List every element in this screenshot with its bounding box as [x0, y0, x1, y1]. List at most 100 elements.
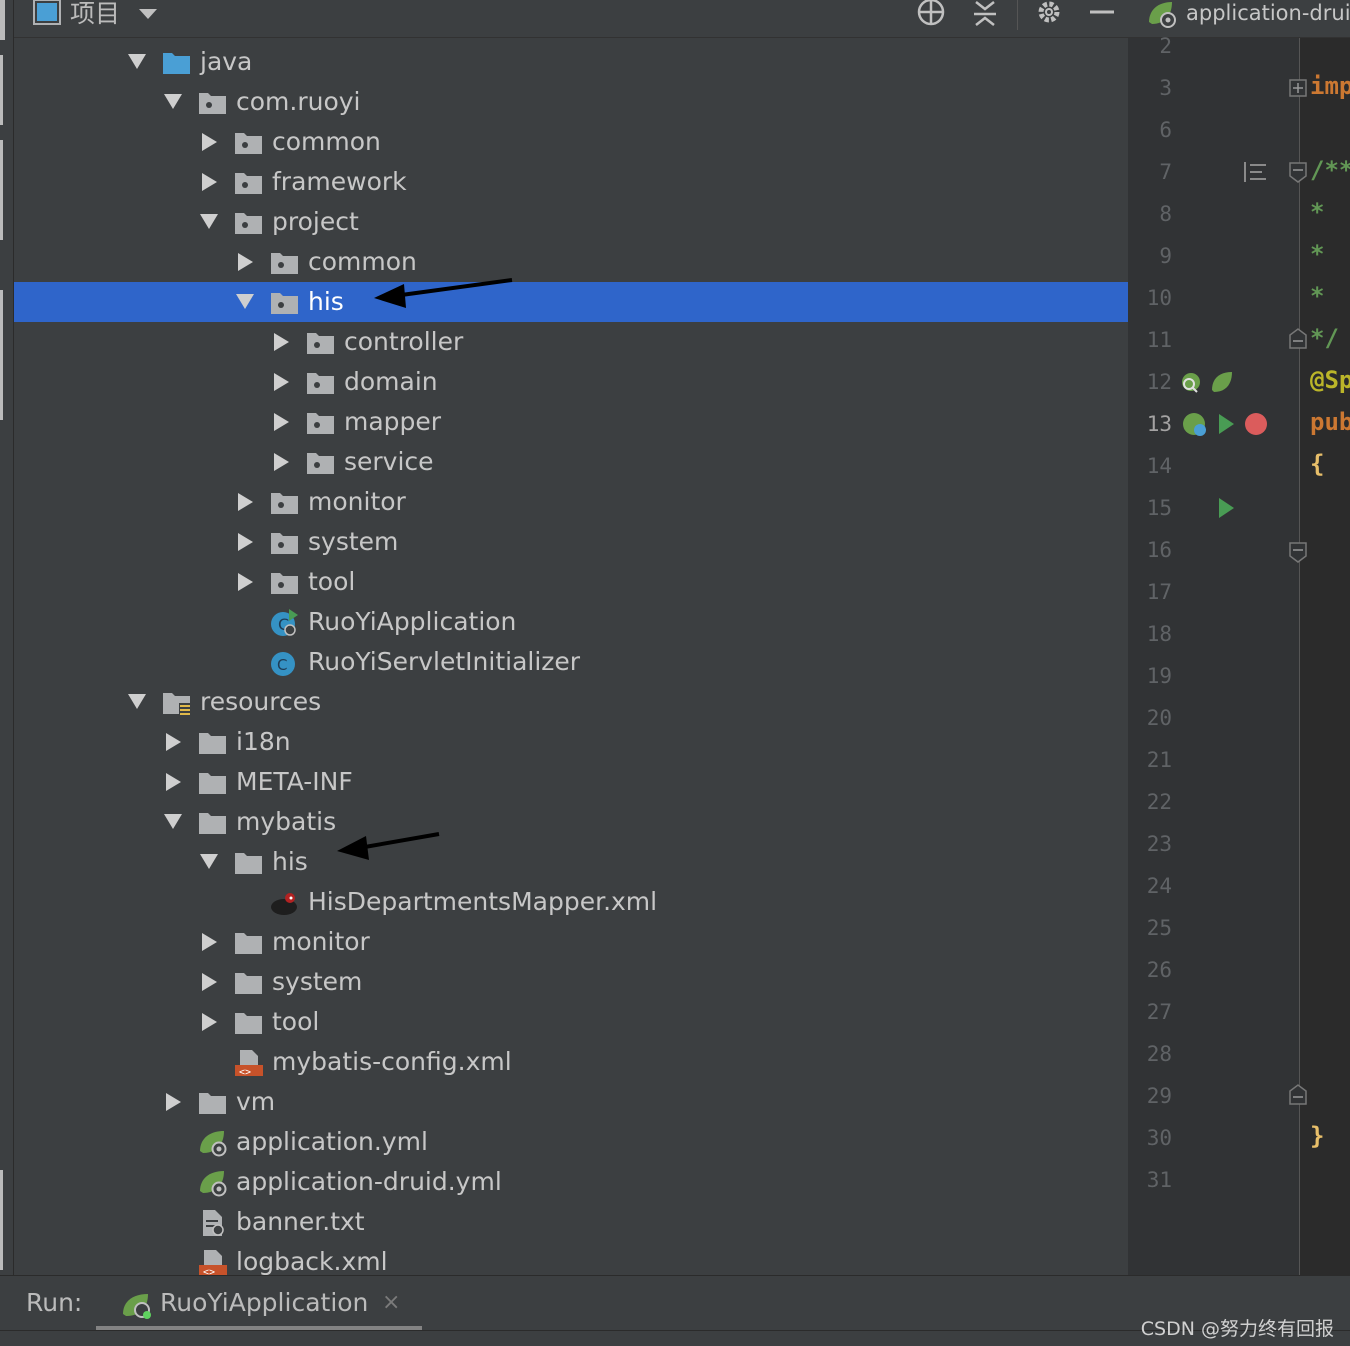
line-number[interactable]: 15 [1128, 496, 1172, 520]
line-number[interactable]: 30 [1128, 1126, 1172, 1150]
tree-row[interactable]: tool [14, 562, 1128, 602]
tree-row[interactable]: HisDepartmentsMapper.xml [14, 882, 1128, 922]
locate-icon[interactable] [916, 0, 946, 26]
chevron-right-icon[interactable] [202, 173, 217, 191]
line-number[interactable]: 22 [1128, 790, 1172, 814]
tree-row[interactable]: banner.txt [14, 1202, 1128, 1242]
fold-start-icon[interactable] [1289, 162, 1309, 184]
tree-row[interactable]: META-INF [14, 762, 1128, 802]
breakpoint-icon[interactable] [1244, 412, 1268, 436]
tree-row[interactable]: C RuoYiApplication [14, 602, 1128, 642]
run-gutter-icon[interactable] [1216, 412, 1236, 436]
line-number[interactable]: 23 [1128, 832, 1172, 856]
line-number[interactable]: 14 [1128, 454, 1172, 478]
chevron-down-icon[interactable] [164, 814, 182, 829]
chevron-right-icon[interactable] [202, 973, 217, 991]
chevron-right-icon[interactable] [238, 573, 253, 591]
chevron-right-icon[interactable] [274, 333, 289, 351]
line-number[interactable]: 8 [1128, 202, 1172, 226]
line-number[interactable]: 26 [1128, 958, 1172, 982]
line-number[interactable]: 10 [1128, 286, 1172, 310]
tree-row[interactable]: service [14, 442, 1128, 482]
tree-row[interactable]: controller [14, 322, 1128, 362]
line-number[interactable]: 2 [1128, 34, 1172, 58]
chevron-right-icon[interactable] [238, 493, 253, 511]
editor-tab[interactable]: application-druid [1128, 0, 1350, 38]
line-number[interactable]: 20 [1128, 706, 1172, 730]
line-number[interactable]: 6 [1128, 118, 1172, 142]
tree-row[interactable]: his [14, 282, 1128, 322]
fold-start-icon[interactable] [1289, 542, 1309, 564]
line-number[interactable]: 27 [1128, 1000, 1172, 1024]
tree-row[interactable]: mybatis [14, 802, 1128, 842]
chevron-right-icon[interactable] [166, 733, 181, 751]
fold-expand-icon[interactable] [1289, 79, 1309, 99]
line-number[interactable]: 21 [1128, 748, 1172, 772]
line-number[interactable]: 16 [1128, 538, 1172, 562]
line-number[interactable]: 28 [1128, 1042, 1172, 1066]
chevron-down-icon[interactable] [128, 694, 146, 709]
chevron-right-icon[interactable] [202, 933, 217, 951]
line-number[interactable]: 13 [1128, 412, 1172, 436]
tree-row[interactable]: common [14, 122, 1128, 162]
tree-row[interactable]: vm [14, 1082, 1128, 1122]
tree-row[interactable]: tool [14, 1002, 1128, 1042]
run-config-tab[interactable]: RuoYiApplication × [96, 1276, 422, 1330]
line-number[interactable]: 19 [1128, 664, 1172, 688]
run-gutter-icon[interactable] [1216, 496, 1236, 520]
chevron-right-icon[interactable] [274, 373, 289, 391]
chevron-right-icon[interactable] [274, 453, 289, 471]
tree-row[interactable]: C RuoYiServletInitializer [14, 642, 1128, 682]
tree-row[interactable]: framework [14, 162, 1128, 202]
tree-row[interactable]: i18n [14, 722, 1128, 762]
tree-row[interactable]: common [14, 242, 1128, 282]
tree-row[interactable]: mapper [14, 402, 1128, 442]
tree-row[interactable]: system [14, 522, 1128, 562]
tree-row[interactable]: project [14, 202, 1128, 242]
chevron-right-icon[interactable] [166, 1093, 181, 1111]
tree-row[interactable]: monitor [14, 482, 1128, 522]
line-number[interactable]: 24 [1128, 874, 1172, 898]
chevron-down-icon[interactable] [128, 54, 146, 69]
tree-row[interactable]: application.yml [14, 1122, 1128, 1162]
line-number[interactable]: 29 [1128, 1084, 1172, 1108]
chevron-down-icon[interactable] [200, 214, 218, 229]
tree-row[interactable]: monitor [14, 922, 1128, 962]
tree-row[interactable]: java [14, 42, 1128, 82]
line-number[interactable]: 17 [1128, 580, 1172, 604]
collapse-all-icon[interactable] [972, 0, 998, 26]
chevron-down-icon[interactable] [138, 8, 158, 20]
project-panel-title[interactable]: 项目 [70, 0, 120, 28]
chevron-right-icon[interactable] [202, 1013, 217, 1031]
tree-row[interactable]: <> logback.xml [14, 1242, 1128, 1275]
spring-boot-run-icon[interactable] [1180, 410, 1214, 440]
line-number[interactable]: 3 [1128, 76, 1172, 100]
line-number[interactable]: 7 [1128, 160, 1172, 184]
line-number[interactable]: 12 [1128, 370, 1172, 394]
tree-row[interactable]: system [14, 962, 1128, 1002]
chevron-right-icon[interactable] [274, 413, 289, 431]
gear-icon[interactable] [1035, 0, 1063, 26]
tree-row[interactable]: com.ruoyi [14, 82, 1128, 122]
line-number[interactable]: 25 [1128, 916, 1172, 940]
line-number[interactable]: 9 [1128, 244, 1172, 268]
fold-end-icon[interactable] [1289, 1084, 1309, 1106]
tree-row[interactable]: domain [14, 362, 1128, 402]
tree-row[interactable]: resources [14, 682, 1128, 722]
chevron-down-icon[interactable] [200, 854, 218, 869]
line-number[interactable]: 31 [1128, 1168, 1172, 1192]
fold-end-icon[interactable] [1289, 328, 1309, 350]
chevron-right-icon[interactable] [166, 773, 181, 791]
minimize-icon[interactable] [1089, 0, 1115, 26]
close-icon[interactable]: × [382, 1290, 400, 1315]
tree-row[interactable]: application-druid.yml [14, 1162, 1128, 1202]
chevron-down-icon[interactable] [164, 94, 182, 109]
line-number[interactable]: 11 [1128, 328, 1172, 352]
chevron-right-icon[interactable] [238, 253, 253, 271]
chevron-right-icon[interactable] [202, 133, 217, 151]
project-tool-tab[interactable] [0, 0, 5, 40]
chevron-right-icon[interactable] [238, 533, 253, 551]
chevron-down-icon[interactable] [236, 294, 254, 309]
tree-row[interactable]: his [14, 842, 1128, 882]
javadoc-render-icon[interactable] [1242, 160, 1268, 184]
